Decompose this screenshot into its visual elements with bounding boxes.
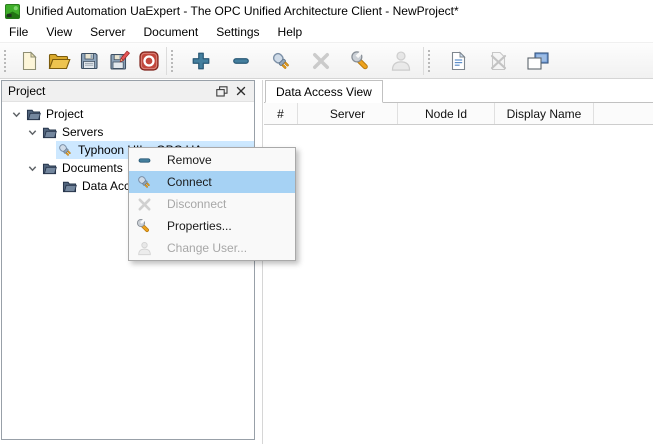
- panel-splitter[interactable]: [262, 80, 263, 444]
- plug-icon: [56, 142, 74, 158]
- tree-item-servers[interactable]: Servers: [2, 123, 254, 141]
- context-menu-item-disconnect: Disconnect: [129, 193, 295, 215]
- change-user-icon: [129, 241, 159, 256]
- remove-document-icon: [488, 50, 508, 72]
- close-icon: [236, 86, 246, 96]
- disconnect-server-button: [306, 46, 336, 76]
- tab-label: Data Access View: [276, 85, 372, 99]
- tree-item-project[interactable]: Project: [2, 105, 254, 123]
- connect-plug-icon: [129, 174, 159, 190]
- toolbar-file-group: [14, 46, 164, 76]
- change-user-button: [386, 46, 416, 76]
- project-panel-header: Project: [2, 81, 254, 102]
- context-menu-item-properties[interactable]: Properties...: [129, 215, 295, 237]
- context-menu-label: Change User...: [159, 241, 247, 255]
- chevron-down-icon[interactable]: [8, 110, 24, 119]
- project-panel-title: Project: [8, 84, 212, 98]
- properties-wrench-icon: [129, 218, 159, 234]
- toolbar-document-group: [438, 46, 558, 76]
- tree-item-label: Documents: [58, 161, 123, 175]
- add-server-button[interactable]: [186, 46, 216, 76]
- menu-file[interactable]: File: [0, 22, 37, 42]
- folder-icon: [40, 125, 58, 139]
- context-menu-item-change-user: Change User...: [129, 237, 295, 259]
- menu-help[interactable]: Help: [269, 22, 312, 42]
- server-properties-button[interactable]: [346, 46, 376, 76]
- title-bar: Unified Automation UaExpert - The OPC Un…: [0, 0, 653, 22]
- float-icon: [216, 86, 228, 97]
- toolbar: [0, 42, 653, 79]
- disconnect-x-icon: [129, 197, 159, 212]
- chevron-down-icon[interactable]: [24, 128, 40, 137]
- context-menu-item-connect[interactable]: Connect: [129, 171, 295, 193]
- window-title: Unified Automation UaExpert - The OPC Un…: [26, 4, 459, 18]
- close-panel-button[interactable]: [231, 83, 250, 100]
- save-project-as-button[interactable]: [104, 46, 134, 76]
- new-document-icon: [18, 50, 40, 72]
- folder-icon: [24, 107, 42, 121]
- remove-minus-icon: [129, 153, 159, 168]
- disconnect-server-icon: [311, 51, 331, 71]
- context-menu-item-remove[interactable]: Remove: [129, 149, 295, 171]
- add-document-button[interactable]: [443, 46, 473, 76]
- chevron-down-icon[interactable]: [24, 164, 40, 173]
- remove-server-button[interactable]: [226, 46, 256, 76]
- exit-icon: [138, 50, 160, 72]
- server-context-menu: Remove Connect Disconnect Properties... …: [128, 147, 296, 261]
- document-tab-bar: Data Access View: [264, 80, 653, 103]
- column-header-value[interactable]: Value: [594, 103, 653, 124]
- uaexpert-logo-icon: [5, 4, 20, 19]
- context-menu-label: Properties...: [159, 219, 232, 233]
- remove-server-icon: [231, 51, 251, 71]
- arrange-windows-icon: [526, 51, 550, 71]
- toolbar-drag-handle[interactable]: [171, 50, 176, 72]
- folder-icon: [60, 179, 78, 193]
- toolbar-separator: [423, 47, 424, 75]
- toolbar-drag-handle[interactable]: [4, 50, 9, 72]
- menu-settings[interactable]: Settings: [207, 22, 268, 42]
- change-user-icon: [390, 50, 412, 72]
- add-document-icon: [448, 50, 468, 72]
- server-properties-icon: [350, 50, 372, 72]
- arrange-windows-button[interactable]: [523, 46, 553, 76]
- exit-button[interactable]: [134, 46, 164, 76]
- open-project-button[interactable]: [44, 46, 74, 76]
- float-panel-button[interactable]: [212, 83, 231, 100]
- save-project-as-icon: [108, 50, 130, 72]
- remove-document-button: [483, 46, 513, 76]
- column-header-node-id[interactable]: Node Id: [398, 103, 495, 124]
- toolbar-drag-handle[interactable]: [428, 50, 433, 72]
- add-server-icon: [191, 51, 211, 71]
- menu-document[interactable]: Document: [134, 22, 207, 42]
- tree-item-label: Project: [42, 107, 83, 121]
- open-project-icon: [47, 50, 71, 72]
- toolbar-separator: [166, 47, 167, 75]
- menu-view[interactable]: View: [37, 22, 81, 42]
- column-header-index[interactable]: #: [264, 103, 298, 124]
- data-access-view-panel: Data Access View # Server Node Id Displa…: [264, 80, 653, 444]
- tree-item-label: Servers: [58, 125, 103, 139]
- column-header-server[interactable]: Server: [298, 103, 398, 124]
- new-document-button[interactable]: [14, 46, 44, 76]
- connect-server-button[interactable]: [266, 46, 296, 76]
- menu-server[interactable]: Server: [81, 22, 134, 42]
- context-menu-label: Connect: [159, 175, 212, 189]
- menu-bar: File View Server Document Settings Help: [0, 22, 653, 42]
- column-header-display-name[interactable]: Display Name: [495, 103, 594, 124]
- data-table-header: # Server Node Id Display Name Value: [264, 103, 653, 125]
- connect-server-icon: [270, 50, 292, 72]
- context-menu-label: Remove: [159, 153, 212, 167]
- save-project-button[interactable]: [74, 46, 104, 76]
- tab-data-access-view[interactable]: Data Access View: [265, 80, 383, 103]
- save-project-icon: [78, 50, 100, 72]
- context-menu-label: Disconnect: [159, 197, 226, 211]
- toolbar-server-group: [181, 46, 421, 76]
- folder-icon: [40, 161, 58, 175]
